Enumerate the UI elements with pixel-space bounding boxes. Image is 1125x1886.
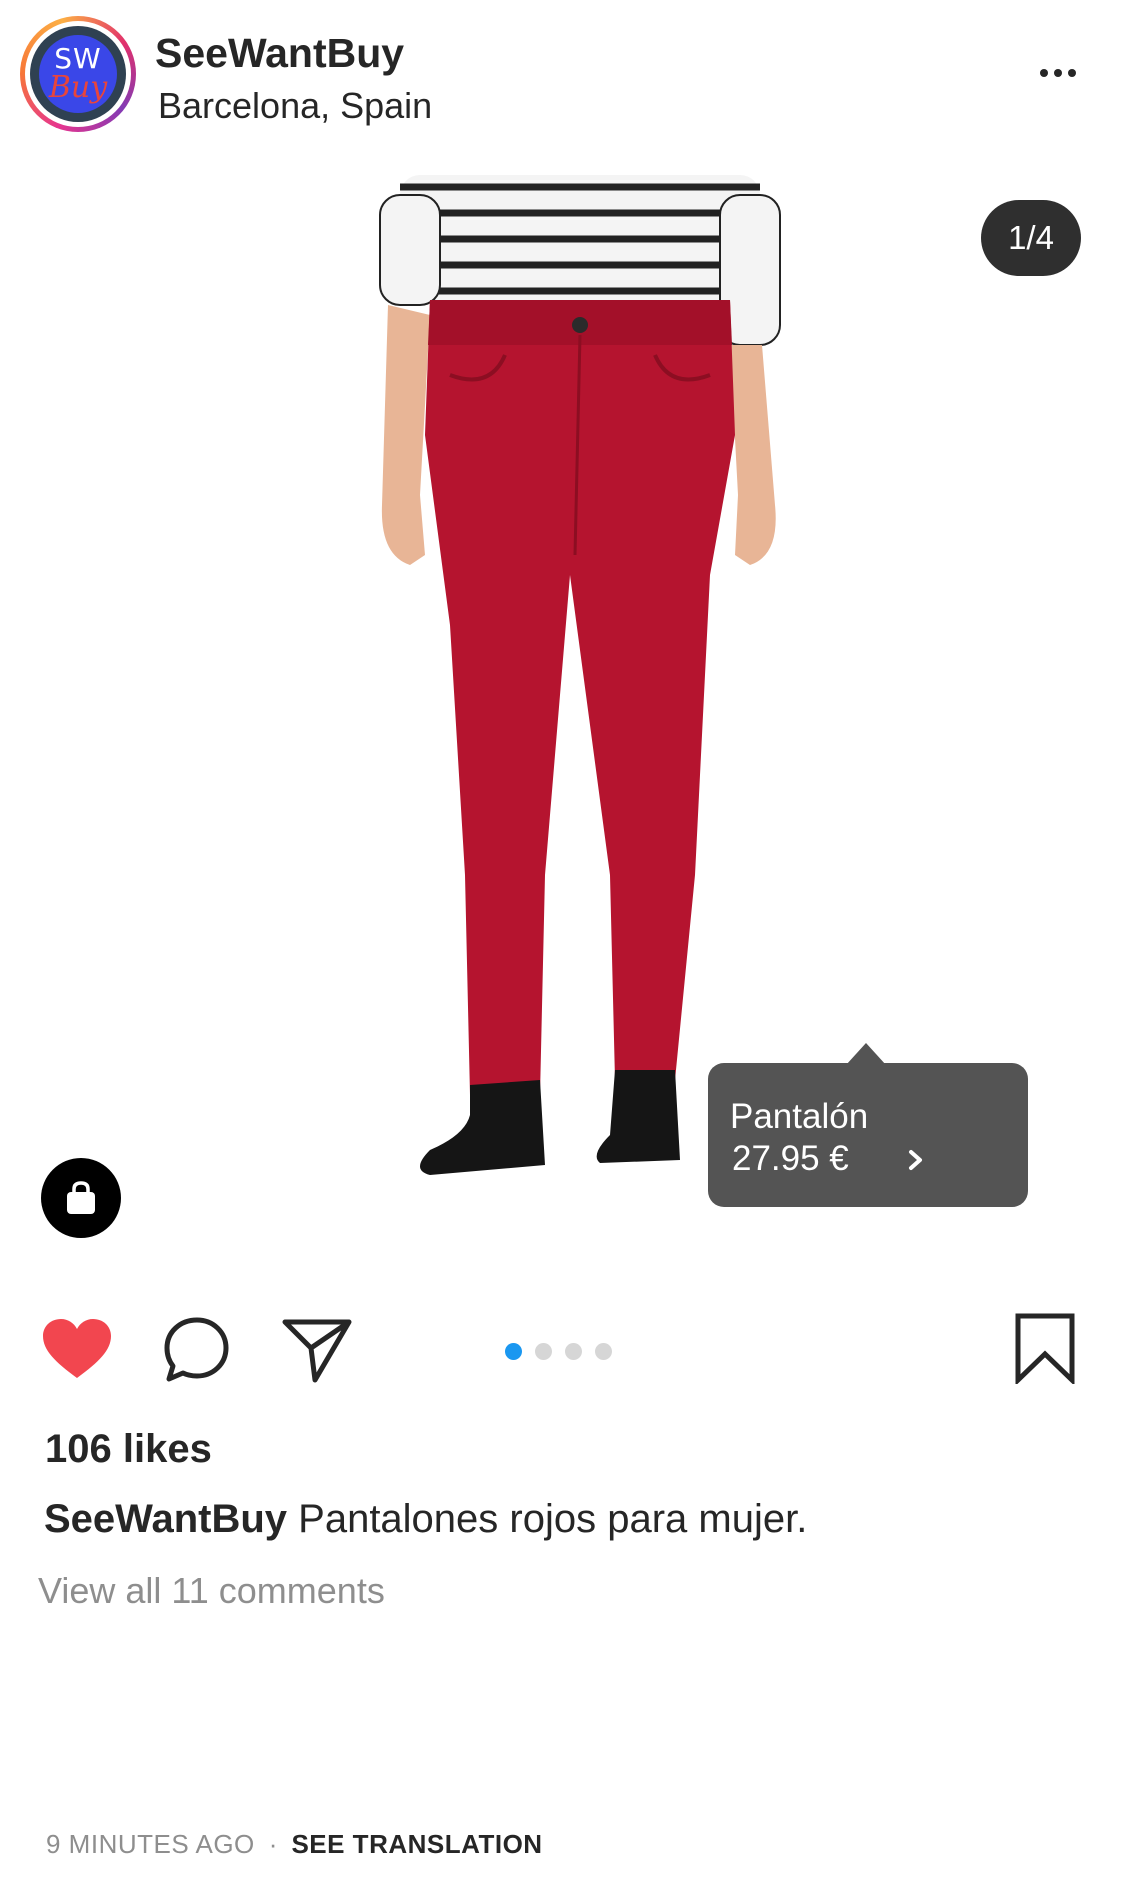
shopping-bag-icon <box>67 1181 95 1214</box>
carousel-indicator <box>505 1343 612 1360</box>
bookmark-icon[interactable] <box>1014 1312 1076 1384</box>
product-tag-name: Pantalón <box>730 1097 869 1136</box>
caption-username[interactable]: SeeWantBuy <box>44 1497 287 1541</box>
carousel-dot <box>535 1343 552 1360</box>
post-timestamp: 9 MINUTES AGO <box>46 1829 255 1859</box>
see-translation-link[interactable]: SEE TRANSLATION <box>291 1829 542 1860</box>
carousel-dot <box>565 1343 582 1360</box>
slide-counter: 1/4 <box>981 200 1081 276</box>
product-image <box>379 175 781 1175</box>
avatar-logo-text-buy: Buy <box>48 70 108 105</box>
post-footer: 9 MINUTES AGO · SEE TRANSLATION <box>46 1829 543 1860</box>
carousel-dot-active <box>505 1343 522 1360</box>
instagram-post: SW Buy SeeWantBuy Barcelona, Spain 1/4 P… <box>0 0 1125 1886</box>
chevron-right-icon <box>909 1150 922 1170</box>
product-tag-price: 27.95 € <box>732 1139 849 1178</box>
post-caption: SeeWantBuy Pantalones rojos para mujer. <box>44 1497 807 1542</box>
view-comments-link[interactable]: View all 11 comments <box>38 1570 385 1612</box>
heart-icon[interactable] <box>41 1318 113 1382</box>
red-pants <box>425 300 735 1095</box>
black-boots <box>420 1070 680 1175</box>
avatar[interactable]: SW Buy <box>20 16 136 132</box>
product-tag[interactable]: Pantalón 27.95 € <box>708 1043 1028 1207</box>
comment-icon[interactable] <box>163 1316 231 1384</box>
location-label[interactable]: Barcelona, Spain <box>158 85 432 127</box>
share-icon[interactable] <box>281 1316 353 1384</box>
carousel-dot <box>595 1343 612 1360</box>
caption-text: Pantalones rojos para mujer. <box>298 1497 808 1541</box>
separator: · <box>268 1829 278 1859</box>
account-name[interactable]: SeeWantBuy <box>155 30 404 77</box>
more-options-icon[interactable] <box>1030 58 1086 88</box>
likes-count[interactable]: 106 likes <box>45 1427 212 1472</box>
post-header: SW Buy SeeWantBuy Barcelona, Spain <box>0 0 1125 160</box>
shopping-bag-button[interactable] <box>41 1158 121 1238</box>
